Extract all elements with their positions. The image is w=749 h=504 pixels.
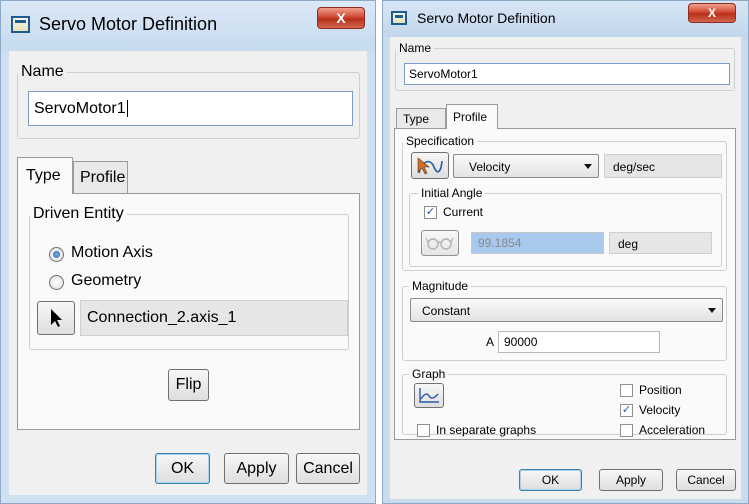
magnitude-dropdown[interactable]: Constant <box>410 298 723 322</box>
apply-button[interactable]: Apply <box>599 469 663 491</box>
connection-field: Connection_2.axis_1 <box>80 300 348 336</box>
right-dialog: Servo Motor Definition X Name ServoMotor… <box>382 0 749 504</box>
acceleration-label: Acceleration <box>639 423 706 437</box>
right-client-area: Name ServoMotor1 Type Profile Specificat… <box>390 37 741 499</box>
arrow-pointer-icon <box>51 309 62 327</box>
graph-button[interactable] <box>414 383 444 408</box>
a-label: A <box>486 335 495 349</box>
separate-graphs-checkbox[interactable] <box>417 424 430 437</box>
close-icon[interactable]: X <box>688 3 736 23</box>
separate-graphs-label: In separate graphs <box>436 423 537 437</box>
cancel-button[interactable]: Cancel <box>676 469 736 491</box>
geometry-radio[interactable] <box>49 275 64 290</box>
angle-value: 99.1854 <box>478 236 522 250</box>
left-name-input[interactable]: ServoMotor1​ <box>28 91 353 126</box>
right-tab-type[interactable]: Type <box>396 108 446 129</box>
right-tab-type-label: Type <box>403 112 430 126</box>
current-label: Current <box>443 205 484 219</box>
glasses-button[interactable] <box>421 230 459 256</box>
a-value: 90000 <box>504 335 538 349</box>
right-tab-profile-label: Profile <box>453 110 488 124</box>
motion-axis-label: Motion Axis <box>71 244 153 261</box>
acceleration-checkbox[interactable] <box>620 424 633 437</box>
right-dialog-title: Servo Motor Definition <box>417 10 556 26</box>
spline-select-icon <box>417 157 443 175</box>
window-icon <box>391 11 407 25</box>
ok-button[interactable]: OK <box>519 469 582 491</box>
apply-button[interactable]: Apply <box>224 453 289 484</box>
motion-axis-radio[interactable] <box>49 247 64 262</box>
spec-unit-field: deg/sec <box>604 154 722 178</box>
left-tab-type-label: Type <box>26 167 61 184</box>
spline-select-button[interactable] <box>411 152 449 179</box>
position-label: Position <box>639 383 682 397</box>
right-name-value: ServoMotor1 <box>409 67 478 81</box>
select-reference-button[interactable] <box>37 301 75 335</box>
specification-label: Specification <box>406 134 475 148</box>
text-cursor: ​ <box>126 100 128 117</box>
left-dialog-title: Servo Motor Definition <box>39 14 218 34</box>
graph-label: Graph <box>412 367 446 381</box>
magnitude-type-value: Constant <box>422 304 471 318</box>
velocity-label: Velocity <box>639 403 681 417</box>
left-dialog: Servo Motor Definition X Name ServoMotor… <box>0 0 376 504</box>
left-client-area: Name ServoMotor1​ Type Profile Driven En… <box>9 51 367 495</box>
driven-entity-label: Driven Entity <box>33 205 124 222</box>
dropdown-arrow-icon <box>708 308 716 313</box>
ok-button[interactable]: OK <box>155 453 210 484</box>
right-tab-profile[interactable]: Profile <box>446 104 498 129</box>
left-title-bar[interactable]: Servo Motor Definition X <box>1 1 375 51</box>
left-name-label: Name <box>21 63 64 80</box>
left-name-value: ServoMotor1 <box>34 100 126 117</box>
spec-unit-value: deg/sec <box>613 160 656 174</box>
angle-unit-value: deg <box>618 237 639 251</box>
left-tab-profile[interactable]: Profile <box>73 161 128 194</box>
spec-type-value: Velocity <box>469 160 511 174</box>
cancel-button[interactable]: Cancel <box>296 453 360 484</box>
connection-value: Connection_2.axis_1 <box>87 309 237 326</box>
left-tab-type[interactable]: Type <box>17 157 73 194</box>
velocity-checkbox[interactable]: ✓ <box>620 404 633 417</box>
flip-button[interactable]: Flip <box>168 369 209 401</box>
glasses-icon <box>425 237 454 250</box>
left-tab-profile-label: Profile <box>80 169 126 186</box>
initial-angle-label: Initial Angle <box>421 186 483 200</box>
right-title-bar[interactable]: Servo Motor Definition X <box>383 1 748 37</box>
dropdown-arrow-icon <box>584 164 592 169</box>
angle-value-field[interactable]: 99.1854 <box>471 232 604 254</box>
spec-type-dropdown[interactable]: Velocity <box>453 154 599 178</box>
close-icon[interactable]: X <box>317 7 365 29</box>
position-checkbox[interactable] <box>620 384 633 397</box>
window-icon <box>11 16 30 33</box>
current-checkbox[interactable]: ✓ <box>424 206 437 219</box>
a-value-input[interactable]: 90000 <box>498 331 660 353</box>
magnitude-label: Magnitude <box>412 279 469 293</box>
right-name-label: Name <box>399 41 432 55</box>
right-name-input[interactable]: ServoMotor1 <box>404 63 730 85</box>
graph-icon <box>419 388 439 403</box>
angle-unit-field: deg <box>609 232 712 254</box>
geometry-label: Geometry <box>71 272 142 289</box>
